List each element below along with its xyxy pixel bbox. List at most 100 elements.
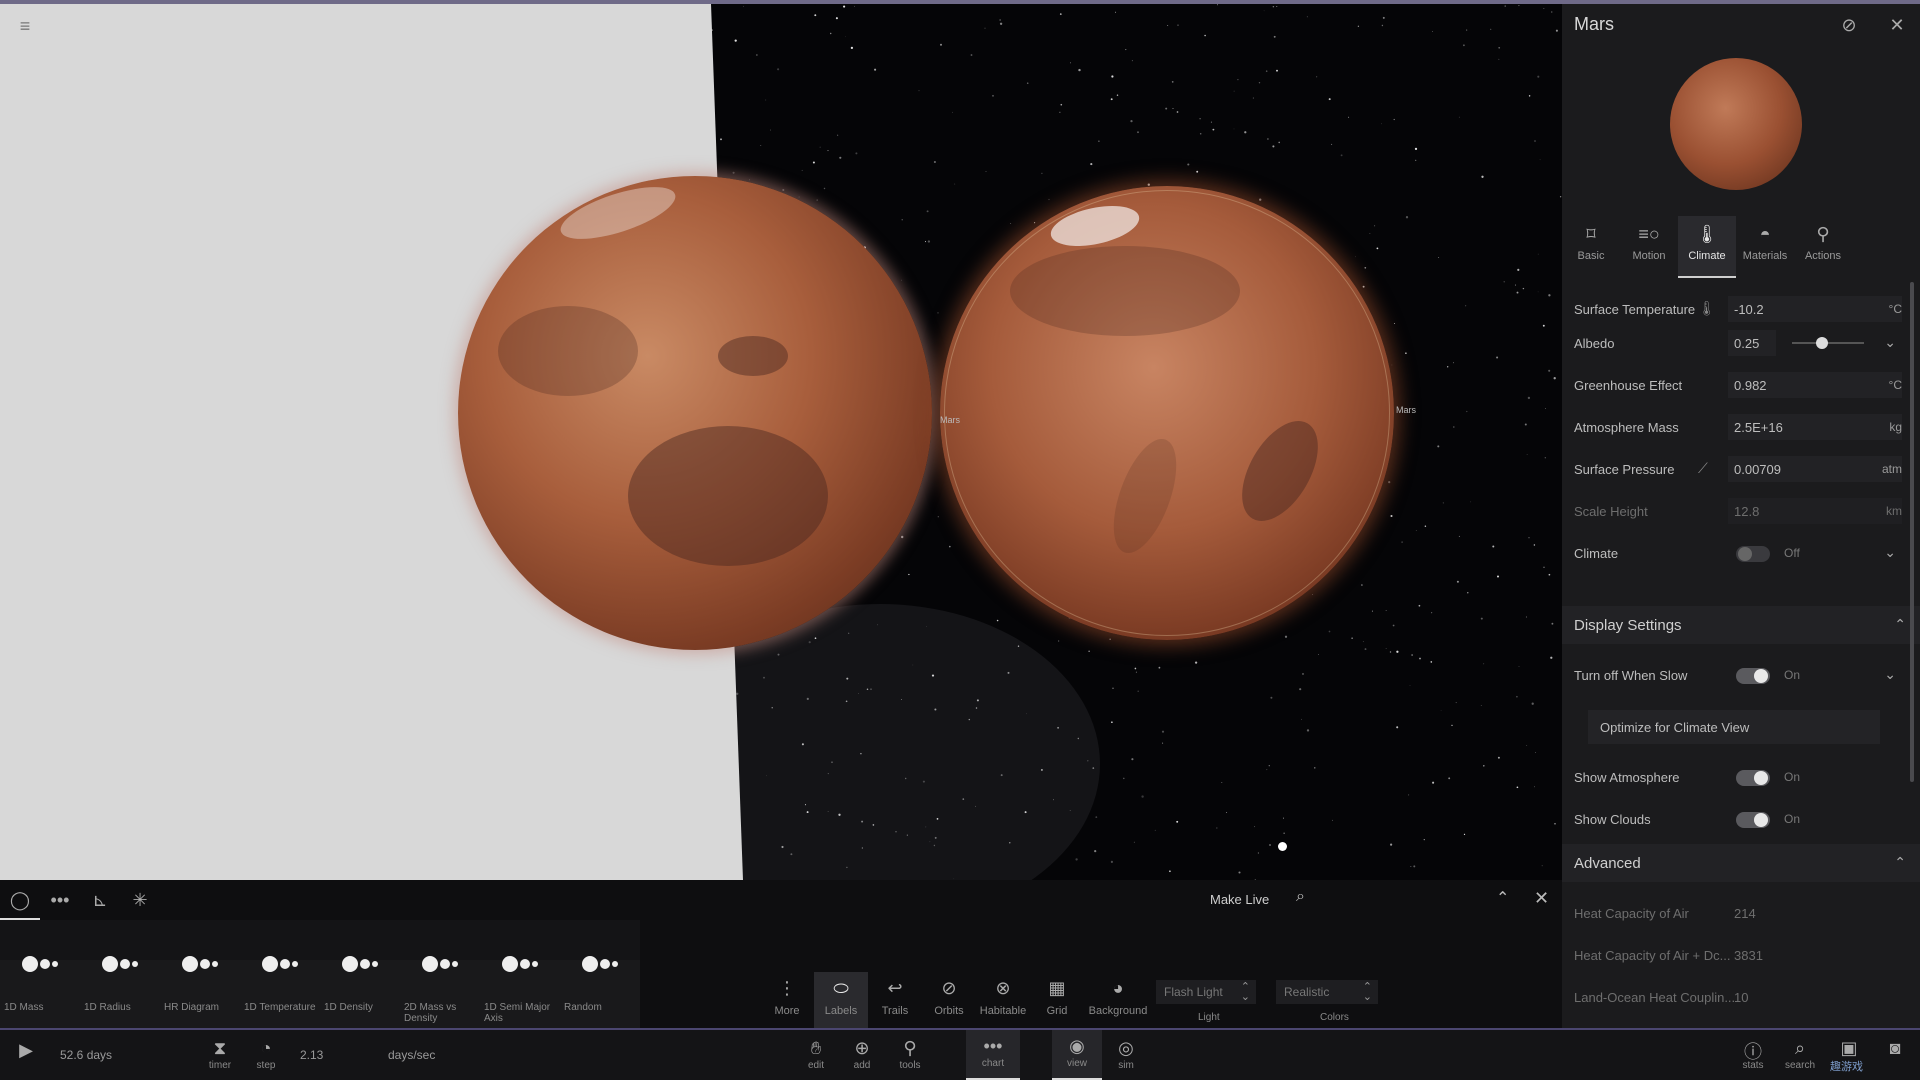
button-label: More xyxy=(774,1005,800,1017)
hide-planet-icon[interactable]: ⊘ xyxy=(1838,14,1860,36)
show-clouds-toggle[interactable] xyxy=(1736,812,1770,828)
step-button[interactable]: ◔ step xyxy=(248,1032,284,1071)
simulation-viewport[interactable]: Mars Mars ≡ xyxy=(0,4,1562,880)
chart-type-7[interactable]: Random xyxy=(560,920,640,1028)
properties-panel: Mars ⊘ ✕ ⌑ Basic ≡○ Motion 🌡︎ Climate ◓ … xyxy=(1562,4,1920,1080)
labels-button[interactable]: ⬭ Labels xyxy=(814,972,868,1028)
toggle-state: On xyxy=(1784,770,1801,784)
background-button[interactable]: ◕ Background xyxy=(1084,972,1152,1028)
circle-chart-tab-icon[interactable]: ◯ xyxy=(0,880,40,920)
property-label: Heat Capacity of Air xyxy=(1574,906,1689,921)
albedo-slider-track[interactable] xyxy=(1792,337,1864,349)
star xyxy=(1492,545,1495,548)
advanced-header[interactable]: Advanced ⌃ xyxy=(1562,844,1920,882)
star xyxy=(1516,291,1519,294)
time-rate-unit[interactable]: days/sec xyxy=(388,1048,435,1062)
star xyxy=(843,5,846,8)
chart-type-1[interactable]: 1D Radius xyxy=(80,920,160,1028)
star xyxy=(1481,175,1484,178)
planet-label-right[interactable]: Mars xyxy=(1396,405,1416,415)
chevron-down-icon[interactable]: ⌄ xyxy=(1884,666,1896,683)
star xyxy=(798,196,800,198)
bookmark-icon: ⌑ xyxy=(1586,224,1596,244)
atmosphere-mass-field[interactable]: 2.5E+16 xyxy=(1728,414,1902,440)
trails-button[interactable]: ↩ Trails xyxy=(868,972,922,1028)
star xyxy=(937,516,939,518)
add-button[interactable]: ⊕ add xyxy=(842,1032,882,1071)
axis-chart-tab-icon[interactable]: ⊾ xyxy=(80,880,120,920)
habitable-button[interactable]: ⊗ Habitable xyxy=(976,972,1030,1028)
more-button[interactable]: ⋮ More xyxy=(760,972,814,1028)
planet-preview xyxy=(1670,58,1802,190)
surface-temperature-field[interactable]: -10.2 xyxy=(1728,296,1902,322)
albedo-field[interactable]: 0.25 xyxy=(1728,330,1776,356)
display-settings-header[interactable]: Display Settings ⌃ xyxy=(1562,606,1920,644)
chevron-up-icon[interactable]: ⌃ xyxy=(1496,888,1509,908)
mars-planet-left[interactable] xyxy=(458,176,932,650)
star xyxy=(1059,13,1062,15)
climate-toggle[interactable] xyxy=(1736,546,1770,562)
colors-select[interactable]: Realistic ⌃ ⌄ xyxy=(1276,980,1378,1004)
chart-button[interactable]: ••• chart xyxy=(966,1030,1020,1080)
chart-type-list: 1D Mass 1D Radius HR Diagram 1D Temperature… xyxy=(0,920,640,1038)
property-label: Scale Height xyxy=(1574,504,1648,519)
chart-type-3[interactable]: 1D Temperature xyxy=(240,920,320,1028)
chart-type-5[interactable]: 2D Mass vs Density xyxy=(400,920,480,1028)
tools-button[interactable]: ⚲ tools xyxy=(890,1032,930,1071)
scatter-chart-tab-icon[interactable]: ✳ xyxy=(120,880,160,920)
search-icon[interactable]: ⌕ xyxy=(1296,888,1305,906)
chart-type-0[interactable]: 1D Mass xyxy=(0,920,80,1028)
chart-type-4[interactable]: 1D Density xyxy=(320,920,400,1028)
star xyxy=(829,32,832,35)
orbits-button[interactable]: ⊘ Orbits xyxy=(922,972,976,1028)
star xyxy=(1463,833,1466,836)
play-button[interactable]: ▶ xyxy=(12,1034,40,1062)
trails-icon: ↩ xyxy=(887,978,903,998)
stats-button[interactable]: ⓘ stats xyxy=(1734,1032,1772,1071)
star xyxy=(1545,408,1547,410)
chevron-down-icon[interactable]: ⌄ xyxy=(1884,544,1896,561)
chart-type-2[interactable]: HR Diagram xyxy=(160,920,240,1028)
star xyxy=(1534,140,1536,142)
sim-button[interactable]: ◎ sim xyxy=(1106,1032,1146,1071)
edit-button[interactable]: ✋︎ edit xyxy=(796,1032,836,1071)
tab-actions[interactable]: ⚲ Actions xyxy=(1794,216,1852,278)
planet-label-left[interactable]: Mars xyxy=(940,415,960,425)
hamburger-menu-icon[interactable]: ≡ xyxy=(14,17,36,36)
video-button[interactable]: ▣ xyxy=(1830,1032,1868,1060)
close-icon[interactable]: ✕ xyxy=(1886,14,1908,36)
screenshot-button[interactable]: ◙ xyxy=(1876,1032,1914,1060)
chart-type-6[interactable]: 1D Semi Major Axis xyxy=(480,920,560,1028)
tab-climate[interactable]: 🌡︎ Climate xyxy=(1678,216,1736,278)
light-select[interactable]: Flash Light ⌃ ⌄ xyxy=(1156,980,1256,1004)
tab-basic[interactable]: ⌑ Basic xyxy=(1562,216,1620,278)
star xyxy=(1405,352,1407,355)
make-live-button[interactable]: Make Live xyxy=(1210,892,1269,907)
panel-scrollbar[interactable] xyxy=(1910,282,1914,782)
tab-motion[interactable]: ≡○ Motion xyxy=(1620,216,1678,278)
row-albedo: Albedo 0.25 ⌄ xyxy=(1562,326,1910,360)
timer-button[interactable]: ⧗ timer xyxy=(202,1032,238,1071)
greenhouse-effect-field[interactable]: 0.982 xyxy=(1728,372,1902,398)
star xyxy=(1385,648,1387,649)
chart-type-dots-icon xyxy=(102,954,142,974)
thermometer-icon[interactable]: 🌡︎ xyxy=(1698,300,1716,317)
grid-button[interactable]: ▦ Grid xyxy=(1030,972,1084,1028)
graph-icon[interactable]: ⟋ xyxy=(1698,460,1708,477)
dots-chart-tab-icon[interactable]: ••• xyxy=(40,880,80,920)
turn-off-when-slow-toggle[interactable] xyxy=(1736,668,1770,684)
albedo-slider-knob[interactable] xyxy=(1816,337,1828,349)
surface-pressure-field[interactable]: 0.00709 xyxy=(1728,456,1902,482)
view-button[interactable]: ◉ view xyxy=(1052,1030,1102,1080)
show-atmosphere-toggle[interactable] xyxy=(1736,770,1770,786)
search-button[interactable]: ⌕ search xyxy=(1780,1032,1820,1071)
star xyxy=(1418,604,1421,607)
close-icon[interactable]: ✕ xyxy=(1534,888,1549,909)
tab-materials[interactable]: ◓ Materials xyxy=(1736,216,1794,278)
star xyxy=(901,535,904,539)
optimize-climate-view-button[interactable]: Optimize for Climate View xyxy=(1588,710,1880,744)
time-rate-value[interactable]: 2.13 xyxy=(300,1048,323,1062)
chart-type-dots-icon xyxy=(342,954,382,974)
chevron-down-icon[interactable]: ⌄ xyxy=(1884,334,1896,351)
star xyxy=(1283,832,1285,834)
